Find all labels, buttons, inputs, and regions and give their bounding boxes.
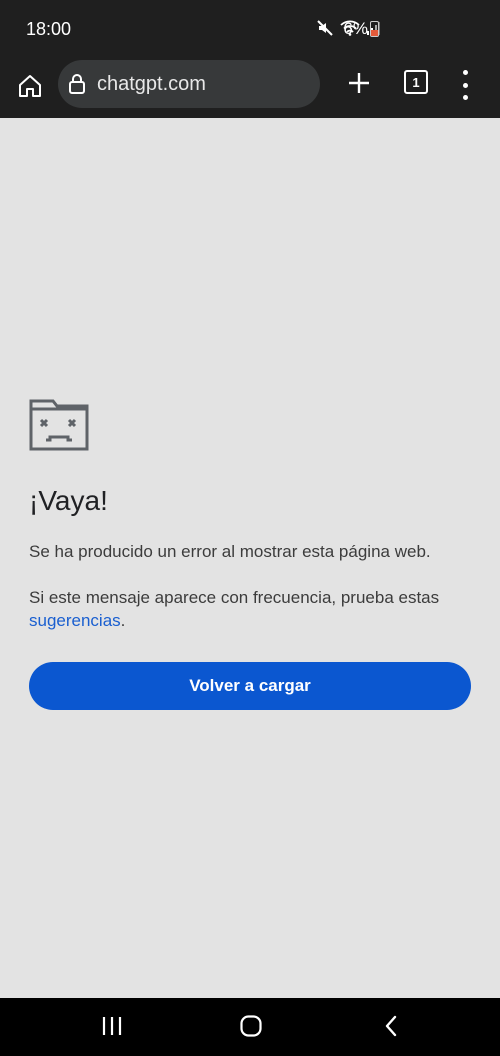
- home-icon: [19, 75, 41, 97]
- lock-icon[interactable]: [66, 73, 88, 95]
- browser-toolbar: chatgpt.com 1: [0, 58, 500, 118]
- recents-icon[interactable]: [101, 1016, 123, 1036]
- navigation-bar: [0, 998, 500, 1056]
- error-hint-period: .: [120, 611, 126, 630]
- mute-icon: [316, 19, 334, 42]
- error-page: ¡Vaya! Se ha producido un error al mostr…: [0, 118, 500, 998]
- nav-home-icon[interactable]: [240, 1015, 262, 1037]
- address-bar[interactable]: chatgpt.com: [58, 60, 320, 108]
- status-time: 18:00: [26, 19, 72, 39]
- url-text[interactable]: chatgpt.com: [97, 73, 206, 96]
- tab-switcher-button[interactable]: 1: [404, 70, 430, 96]
- status-bar: 18:00 6%: [0, 0, 500, 58]
- suggestions-link[interactable]: sugerencias: [29, 611, 121, 630]
- battery-indicator: 6%: [343, 19, 379, 39]
- error-hint-text: Si este mensaje aparece con frecuencia, …: [29, 588, 440, 607]
- plus-icon: [349, 73, 369, 93]
- back-icon[interactable]: [382, 1014, 400, 1038]
- new-tab-button[interactable]: [344, 68, 374, 98]
- home-button[interactable]: [14, 70, 46, 102]
- tabs-icon: 1: [404, 70, 428, 94]
- battery-percent: 6%: [343, 19, 368, 38]
- sad-page-icon: [29, 399, 89, 456]
- reload-button[interactable]: Volver a cargar: [29, 662, 471, 710]
- error-headline: ¡Vaya!: [29, 485, 108, 516]
- error-message: Se ha producido un error al mostrar esta…: [29, 542, 431, 561]
- battery-icon: [370, 21, 379, 37]
- more-vert-icon[interactable]: [455, 70, 475, 100]
- error-hint: Si este mensaje aparece con frecuencia, …: [29, 586, 469, 632]
